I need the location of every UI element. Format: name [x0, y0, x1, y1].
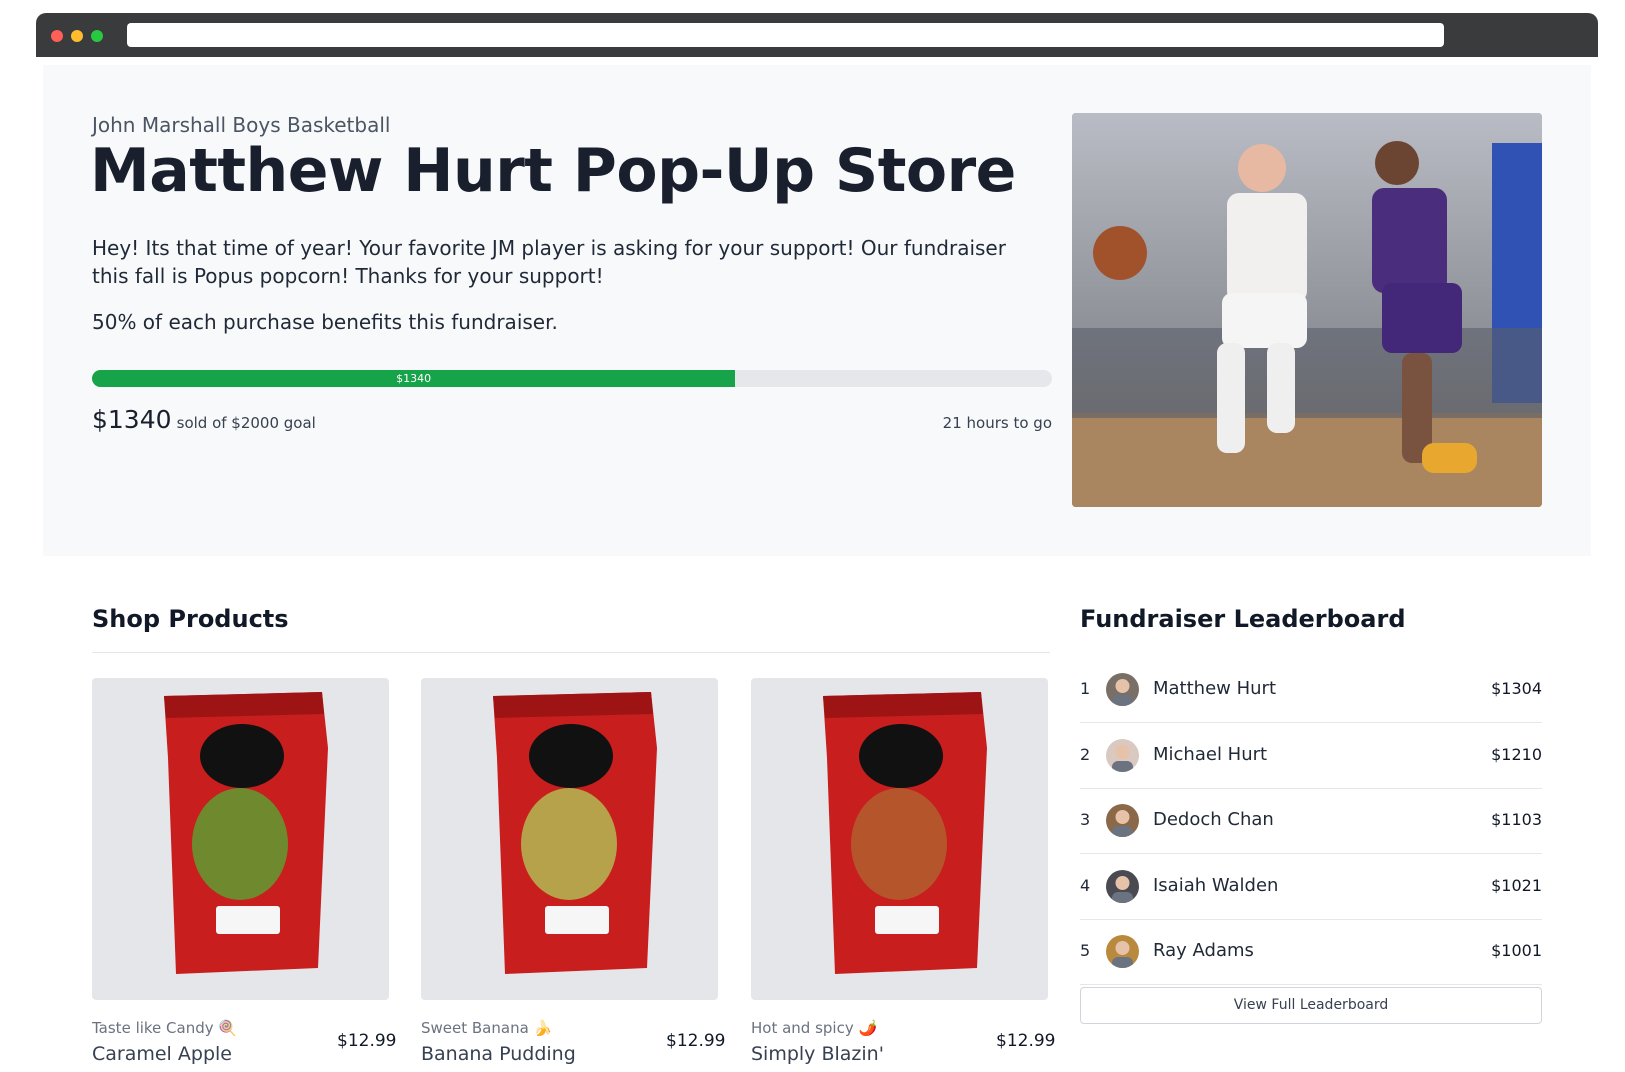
view-full-leaderboard-button[interactable]: View Full Leaderboard — [1080, 987, 1542, 1024]
minimize-window-icon[interactable] — [71, 30, 83, 42]
avatar — [1106, 935, 1139, 968]
popcorn-bag-icon — [823, 692, 987, 974]
product-price: $12.99 — [666, 1031, 726, 1051]
popcorn-bag-icon — [493, 692, 657, 974]
raised-amount: $1340 — [92, 405, 172, 434]
product-tag-emoji-icon: 🍭 — [218, 1019, 238, 1037]
avatar — [1106, 870, 1139, 903]
product-tag-emoji-icon: 🍌 — [533, 1019, 553, 1037]
product-tag-text: Taste like Candy — [92, 1019, 214, 1037]
address-bar[interactable] — [127, 23, 1444, 47]
product-card[interactable]: Caramel Apple — [92, 678, 389, 1000]
leaderboard-name: Matthew Hurt — [1153, 678, 1277, 699]
product-price: $12.99 — [337, 1031, 397, 1051]
product-price: $12.99 — [996, 1031, 1056, 1051]
product-tag-emoji-icon: 🌶️ — [858, 1019, 878, 1037]
leaderboard-rank: 2 — [1080, 745, 1091, 764]
product-tag-text: Sweet Banana — [421, 1019, 529, 1037]
product-name[interactable]: Simply Blazin' — [751, 1043, 884, 1065]
user-avatar-icon — [1106, 870, 1139, 903]
leaderboard-name: Isaiah Walden — [1153, 875, 1279, 896]
leaderboard-row[interactable]: 5 Ray Adams $1001 — [1080, 920, 1542, 985]
popcorn-bag-icon — [164, 692, 328, 974]
leaderboard-row[interactable]: 2 Michael Hurt $1210 — [1080, 724, 1542, 789]
leaderboard-row[interactable]: 3 Dedoch Chan $1103 — [1080, 789, 1542, 854]
product-tagline: Taste like Candy 🍭 — [92, 1019, 237, 1037]
raised-summary: $1340 sold of $2000 goal — [92, 405, 316, 434]
product-card[interactable]: Simply Blazin — [751, 678, 1048, 1000]
leaderboard-row[interactable]: 4 Isaiah Walden $1021 — [1080, 855, 1542, 920]
close-window-icon[interactable] — [51, 30, 63, 42]
divider — [92, 652, 1050, 653]
leaderboard-amount: $1021 — [1491, 876, 1542, 895]
product-tagline: Sweet Banana 🍌 — [421, 1019, 552, 1037]
time-remaining: 21 hours to go — [942, 414, 1052, 432]
product-card[interactable]: Banana Pudding — [421, 678, 718, 1000]
product-tagline: Hot and spicy 🌶️ — [751, 1019, 877, 1037]
avatar — [1106, 739, 1139, 772]
leaderboard-amount: $1210 — [1491, 745, 1542, 764]
leaderboard-name: Michael Hurt — [1153, 744, 1268, 765]
leaderboard-name: Ray Adams — [1153, 940, 1254, 961]
team-name: John Marshall Boys Basketball — [92, 113, 391, 137]
player-action-photo — [1072, 113, 1542, 507]
browser-toolbar — [36, 13, 1598, 57]
leaderboard-row[interactable]: 1 Matthew Hurt $1304 — [1080, 658, 1542, 723]
leaderboard-rank: 1 — [1080, 679, 1091, 698]
leaderboard-amount: $1103 — [1491, 810, 1542, 829]
avatar — [1106, 804, 1139, 837]
shop-products-heading: Shop Products — [92, 605, 289, 633]
leaderboard-name: Dedoch Chan — [1153, 809, 1274, 830]
progress-fill: $1340 — [92, 370, 736, 387]
user-avatar-icon — [1106, 739, 1139, 772]
user-avatar-icon — [1106, 673, 1139, 706]
product-tag-text: Hot and spicy — [751, 1019, 854, 1037]
leaderboard-amount: $1001 — [1491, 941, 1542, 960]
leaderboard-rank: 4 — [1080, 876, 1091, 895]
product-name[interactable]: Caramel Apple — [92, 1043, 232, 1065]
user-avatar-icon — [1106, 935, 1139, 968]
leaderboard-amount: $1304 — [1491, 679, 1542, 698]
user-avatar-icon — [1106, 804, 1139, 837]
basketball-photo-icon — [1072, 113, 1542, 507]
leaderboard-rank: 3 — [1080, 810, 1091, 829]
product-image[interactable] — [421, 678, 718, 1000]
product-name[interactable]: Banana Pudding — [421, 1043, 576, 1065]
benefit-text: 50% of each purchase benefits this fundr… — [92, 310, 558, 334]
goal-text: sold of $2000 goal — [176, 414, 316, 432]
page-title: Matthew Hurt Pop-Up Store — [90, 136, 1016, 206]
maximize-window-icon[interactable] — [91, 30, 103, 42]
store-description: Hey! Its that time of year! Your favorit… — [92, 236, 1006, 288]
avatar — [1106, 673, 1139, 706]
fundraiser-progress-bar: $1340 — [92, 370, 1052, 387]
leaderboard-rank: 5 — [1080, 941, 1091, 960]
leaderboard-heading: Fundraiser Leaderboard — [1080, 605, 1406, 633]
product-image[interactable] — [751, 678, 1048, 1000]
product-image[interactable] — [92, 678, 389, 1000]
